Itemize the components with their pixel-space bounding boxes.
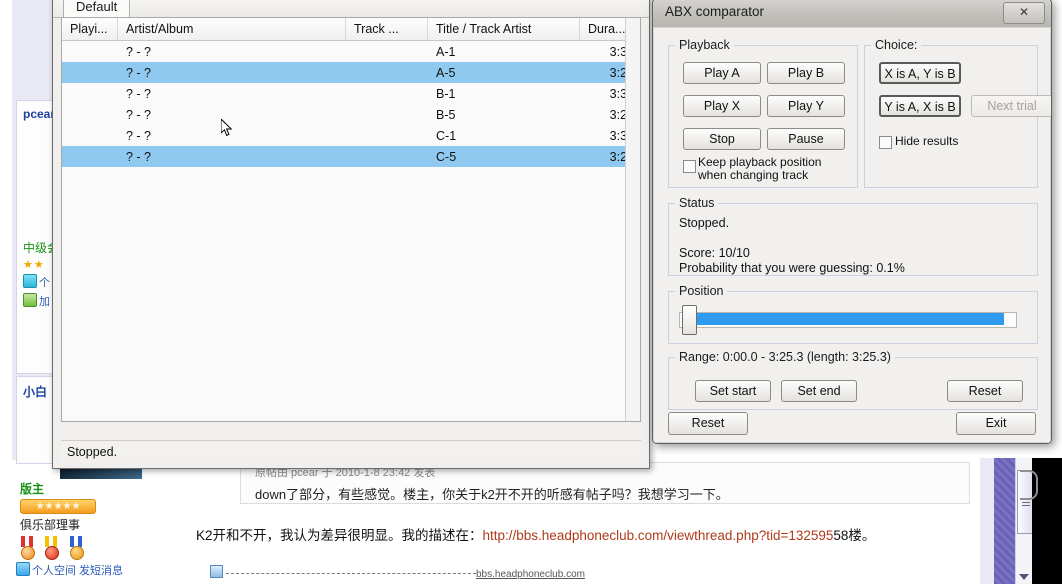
row-title: A-5 [436, 65, 456, 80]
row-title: C-5 [436, 149, 457, 164]
position-group-legend: Position [679, 284, 724, 298]
column-header-track[interactable]: Track ... [346, 18, 428, 40]
status-group: Status Stopped. Score: 10/10 Probability… [668, 196, 1038, 276]
position-group: Position [668, 284, 1038, 344]
row-artist-album: ? - ? [126, 44, 152, 59]
post-paragraph: K2开和不开，我认为差异很明显。我的描述在：http://bbs.headpho… [196, 524, 996, 544]
medal-icon-1 [18, 536, 36, 560]
status-score: Score: 10/10 [679, 246, 750, 260]
x-is-a-button[interactable]: X is A, Y is B [879, 62, 961, 84]
range-reset-button[interactable]: Reset [947, 380, 1023, 402]
foobar-status-bar: Stopped. [61, 440, 641, 462]
keep-position-checkbox[interactable] [683, 160, 696, 173]
table-row[interactable]: ? - ? A-5 3:26 [62, 62, 640, 83]
hide-results-checkbox[interactable] [879, 136, 892, 149]
exit-button[interactable]: Exit [956, 412, 1036, 435]
page-right-light-band [980, 458, 994, 584]
row-artist-album: ? - ? [126, 149, 152, 164]
post-thread-link[interactable]: http://bbs.headphoneclub.com/viewthread.… [483, 528, 834, 543]
medal-icon-2 [42, 536, 60, 560]
page-left-margin [0, 0, 12, 584]
row-artist-album: ? - ? [126, 65, 152, 80]
row-title: B-5 [436, 107, 456, 122]
medal-row [12, 536, 122, 560]
row-artist-album: ? - ? [126, 86, 152, 101]
scrollbar-grip-icon [1022, 499, 1030, 506]
table-row[interactable]: ? - ? B-5 3:25 [62, 104, 640, 125]
reset-button[interactable]: Reset [668, 412, 748, 435]
scroll-down-arrow-icon[interactable] [1019, 574, 1029, 580]
position-slider-thumb[interactable] [682, 305, 697, 335]
set-end-button[interactable]: Set end [781, 380, 857, 402]
row-title: B-1 [436, 86, 456, 101]
edit-icon [210, 565, 223, 578]
table-row[interactable]: ? - ? C-1 3:33 [62, 125, 640, 146]
play-a-button[interactable]: Play A [683, 62, 761, 84]
range-group-legend: Range: 0:00.0 - 3:25.3 (length: 3:25.3) [679, 350, 891, 364]
row-artist-album: ? - ? [126, 107, 152, 122]
row-artist-album: ? - ? [126, 128, 152, 143]
keep-position-label: Keep playback position when changing tra… [698, 155, 822, 182]
playlist-view[interactable]: Playi... Artist/Album Track ... Title / … [61, 17, 641, 422]
playback-group-legend: Playback [679, 38, 730, 52]
range-group: Range: 0:00.0 - 3:25.3 (length: 3:25.3) … [668, 350, 1038, 410]
page-right-purple-band [994, 458, 1016, 584]
post-signature: bbs.headphoneclub.com [210, 565, 630, 580]
stop-button[interactable]: Stop [683, 128, 761, 150]
moderator-star-bar: ★★★★★ [20, 499, 96, 514]
dialog-body: Playback Play A Play B Play X Play Y Sto… [653, 27, 1051, 443]
decorative-curve-icon [1020, 470, 1038, 500]
signature-divider [226, 573, 476, 574]
dialog-title-bar[interactable]: ABX comparator ✕ [653, 0, 1051, 28]
moderator-links[interactable]: 个人空间 发短消息 [12, 562, 123, 578]
playlist-tab-strip: Default [53, 0, 649, 19]
y-is-a-button[interactable]: Y is A, X is B [879, 95, 961, 117]
column-header-title[interactable]: Title / Track Artist [428, 18, 580, 40]
post-text-before: K2开和不开，我认为差异很明显。我的描述在： [196, 528, 483, 543]
dialog-title: ABX comparator [665, 4, 765, 19]
table-row[interactable]: ? - ? C-5 3:25 [62, 146, 640, 167]
playlist-header-row: Playi... Artist/Album Track ... Title / … [62, 18, 640, 41]
abx-comparator-dialog[interactable]: ABX comparator ✕ Playback Play A Play B … [652, 0, 1052, 444]
next-trial-button[interactable]: Next trial [971, 95, 1051, 117]
table-row[interactable]: ? - ? B-1 3:33 [62, 83, 640, 104]
signature-site: bbs.headphoneclub.com [476, 569, 585, 580]
row-title: C-1 [436, 128, 457, 143]
foobar2000-window[interactable]: Default Playi... Artist/Album Track ... … [52, 0, 650, 469]
position-slider-fill [682, 313, 1004, 325]
table-row[interactable]: ? - ? A-1 3:33 [62, 41, 640, 62]
column-header-artist-album[interactable]: Artist/Album [118, 18, 346, 40]
pause-button[interactable]: Pause [767, 128, 845, 150]
status-group-legend: Status [679, 196, 715, 210]
home-icon [23, 274, 37, 288]
moderator-role: 俱乐部理事 [20, 518, 81, 532]
play-b-button[interactable]: Play B [767, 62, 845, 84]
quote-body: down了部分，有些感觉。楼主，你关于k2开不开的听感有帖子吗？我想学习一下。 [255, 487, 729, 502]
row-title: A-1 [436, 44, 456, 59]
medal-icon-3 [67, 536, 85, 560]
moderator-title: 版主 [20, 482, 45, 496]
play-x-button[interactable]: Play X [683, 95, 761, 117]
set-start-button[interactable]: Set start [695, 380, 771, 402]
profile-icon [16, 562, 30, 576]
playback-group: Playback Play A Play B Play X Play Y Sto… [668, 38, 858, 188]
choice-group: Choice: X is A, Y is B Y is A, X is B Ne… [864, 38, 1051, 188]
status-playback-state: Stopped. [679, 216, 730, 230]
playlist-vertical-scrollbar[interactable] [625, 18, 640, 421]
post-text-after: 58楼。 [833, 528, 876, 543]
add-friend-icon [23, 293, 37, 307]
choice-group-legend: Choice: [875, 38, 918, 52]
close-icon[interactable]: ✕ [1003, 2, 1045, 24]
moderator-card: 版主 ★★★★★ 俱乐部理事 个人空间 发短消息 [12, 480, 123, 584]
status-probability: Probability that you were guessing: 0.1% [679, 261, 905, 275]
play-y-button[interactable]: Play Y [767, 95, 845, 117]
column-header-playing[interactable]: Playi... [62, 18, 118, 40]
hide-results-label: Hide results [895, 134, 959, 148]
